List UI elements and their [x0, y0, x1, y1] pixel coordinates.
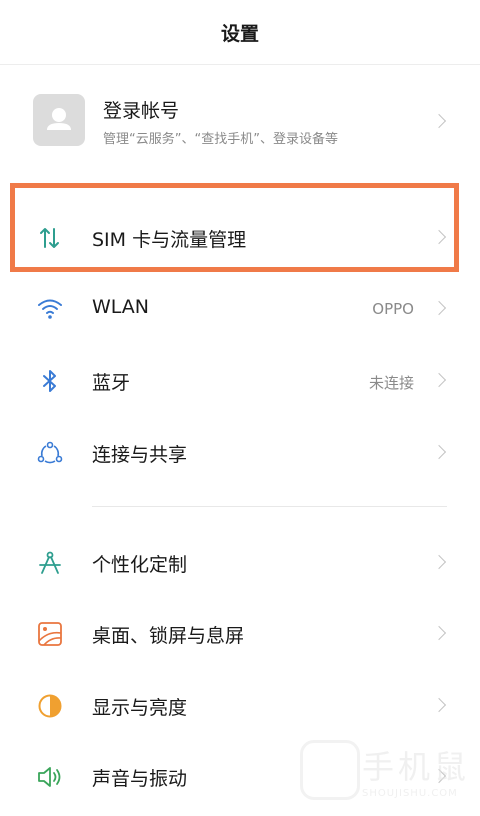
settings-item-sharing[interactable]: 连接与共享 — [0, 423, 480, 483]
settings-item-display[interactable]: 显示与亮度 — [0, 676, 480, 736]
chevron-right-icon — [431, 554, 447, 570]
settings-item-label: 个性化定制 — [92, 554, 188, 576]
watermark-logo: 手机鼠 SHOUJISHU.COM — [300, 740, 470, 806]
account-title: 登录帐号 — [103, 100, 180, 122]
speaker-icon — [38, 767, 61, 787]
settings-item-desktop[interactable]: 桌面、锁屏与息屏 — [0, 604, 480, 664]
account-row[interactable]: 登录帐号 管理“云服务”、“查找手机”、登录设备等 — [0, 86, 480, 156]
settings-item-label: 蓝牙 — [92, 372, 131, 394]
highlight-box — [10, 183, 459, 272]
chevron-right-icon — [431, 113, 447, 129]
share-icon — [37, 441, 63, 464]
wallpaper-icon — [38, 622, 62, 646]
avatar — [33, 94, 85, 146]
settings-item-label: WLAN — [92, 296, 150, 318]
bluetooth-status: 未连接 — [368, 374, 414, 392]
chevron-right-icon — [431, 372, 447, 388]
account-subtitle: 管理“云服务”、“查找手机”、登录设备等 — [103, 132, 338, 147]
settings-item-label: 连接与共享 — [92, 444, 188, 466]
wifi-icon — [38, 299, 62, 319]
settings-item-label: 显示与亮度 — [92, 697, 188, 719]
section-divider — [92, 506, 447, 507]
wlan-status: OPPO — [372, 300, 414, 318]
settings-item-wlan[interactable]: WLAN OPPO — [0, 279, 480, 339]
brightness-icon — [38, 694, 62, 718]
settings-item-label: 声音与振动 — [92, 768, 188, 790]
chevron-right-icon — [431, 625, 447, 641]
bluetooth-icon — [43, 370, 56, 392]
watermark-subtext: SHOUJISHU.COM — [362, 788, 458, 799]
chevron-right-icon — [431, 300, 447, 316]
chevron-right-icon — [431, 444, 447, 460]
user-icon — [47, 108, 71, 130]
compass-icon — [39, 551, 61, 574]
watermark-icon — [300, 740, 360, 800]
settings-item-label: 桌面、锁屏与息屏 — [92, 625, 245, 647]
settings-item-bluetooth[interactable]: 蓝牙 未连接 — [0, 351, 480, 411]
settings-item-personalization[interactable]: 个性化定制 — [0, 533, 480, 593]
chevron-right-icon — [431, 697, 447, 713]
watermark-text: 手机鼠 — [362, 748, 471, 786]
page-title: 设置 — [0, 0, 480, 65]
